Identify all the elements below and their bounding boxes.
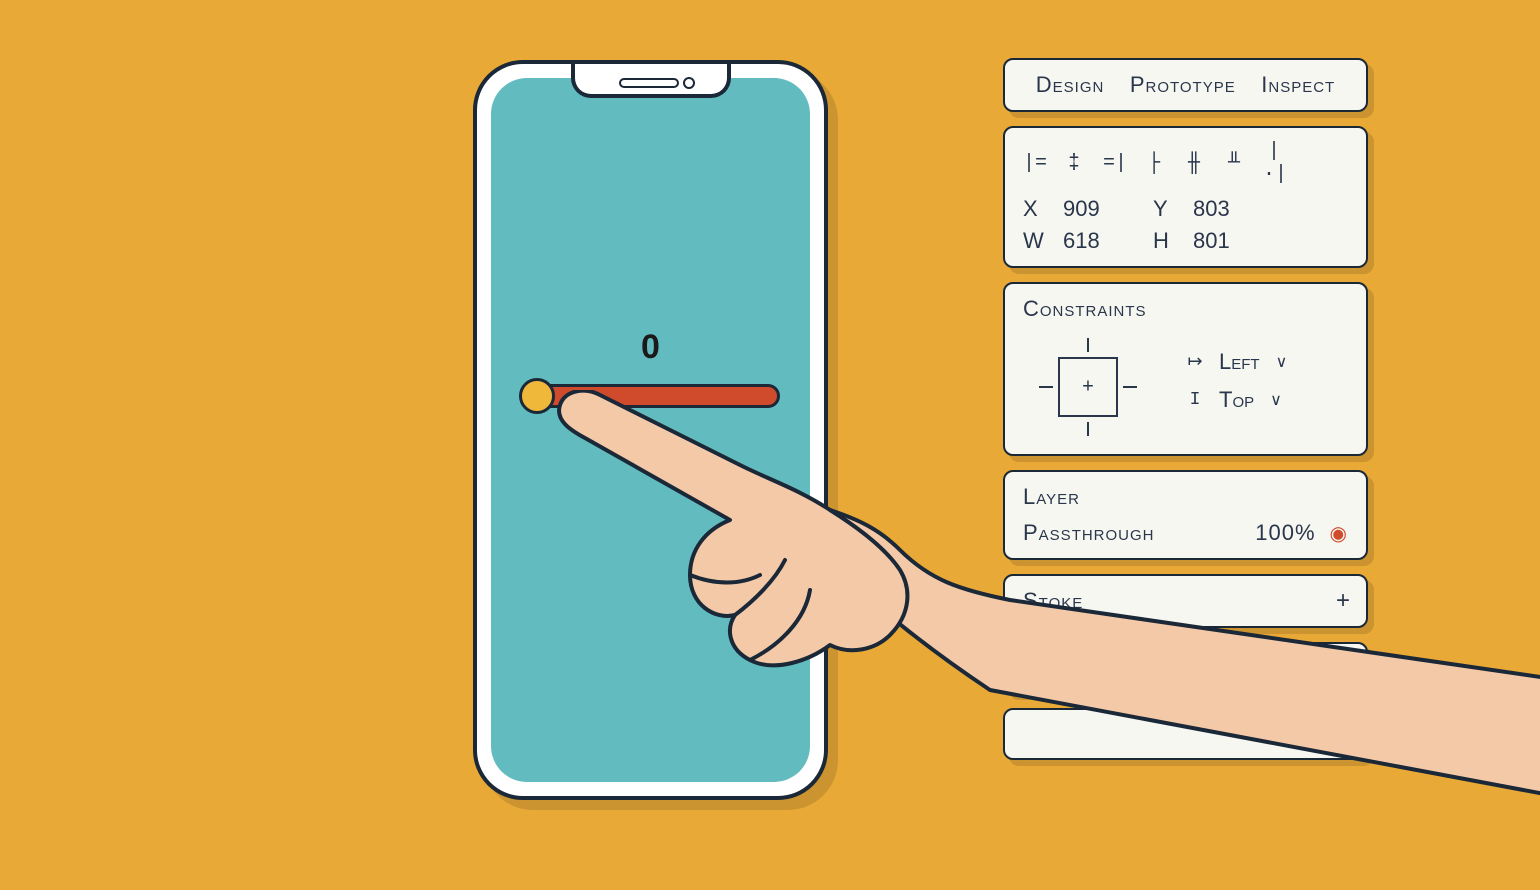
w-label: W: [1023, 228, 1063, 254]
panel-extra: +: [1003, 642, 1368, 694]
constraint-vert-icon: I: [1183, 390, 1207, 410]
tab-design[interactable]: Design: [1036, 72, 1105, 98]
h-label: H: [1153, 228, 1193, 254]
constraint-horiz-value: Left: [1219, 349, 1260, 375]
align-right-icon[interactable]: =|: [1103, 152, 1125, 175]
panel-bottom: [1003, 708, 1368, 760]
panel-transform: |= ‡ =| ├ ╫ ╨ |·| X 909 Y 803 W 618 H 80…: [1003, 126, 1368, 268]
x-label: X: [1023, 196, 1063, 222]
constraint-horiz-icon: ↦: [1183, 351, 1207, 373]
align-center-h-icon[interactable]: ‡: [1063, 152, 1085, 175]
constraints-diagram[interactable]: +: [1043, 342, 1133, 432]
y-label: Y: [1153, 196, 1193, 222]
tab-inspect[interactable]: Inspect: [1261, 72, 1335, 98]
chevron-down-icon: ∨: [1276, 352, 1288, 372]
w-value[interactable]: 618: [1063, 228, 1153, 254]
align-top-icon[interactable]: ├: [1143, 152, 1165, 175]
panel-tabs: Design Prototype Inspect: [1003, 58, 1368, 112]
chevron-down-icon: ∨: [1270, 390, 1282, 410]
panel-constraints: Constraints + ↦ Left ∨ I Top ∨: [1003, 282, 1368, 456]
slider-value: 0: [491, 328, 810, 367]
align-bottom-icon[interactable]: ╨: [1223, 152, 1245, 175]
layer-title: Layer: [1023, 484, 1348, 510]
slider-track[interactable]: [531, 384, 780, 408]
constraints-title: Constraints: [1023, 296, 1348, 322]
h-value[interactable]: 801: [1193, 228, 1283, 254]
add-stroke-button[interactable]: +: [1336, 587, 1350, 615]
y-value[interactable]: 803: [1193, 196, 1283, 222]
distribute-icon[interactable]: |·|: [1263, 140, 1285, 186]
phone-frame: 0: [473, 60, 828, 800]
constraint-vert-value: Top: [1219, 387, 1254, 413]
phone-notch: [571, 64, 731, 98]
panel-stroke: Stoke +: [1003, 574, 1368, 628]
align-left-icon[interactable]: |=: [1023, 152, 1045, 175]
stroke-title: Stoke: [1023, 588, 1348, 614]
phone-screen: 0: [491, 78, 810, 782]
opacity-value[interactable]: 100%: [1255, 520, 1315, 546]
constraint-horizontal[interactable]: ↦ Left ∨: [1183, 349, 1287, 375]
slider-thumb[interactable]: [519, 378, 555, 414]
x-value[interactable]: 909: [1063, 196, 1153, 222]
blend-mode[interactable]: Passthrough: [1023, 520, 1155, 546]
constraint-vertical[interactable]: I Top ∨: [1183, 387, 1287, 413]
align-center-v-icon[interactable]: ╫: [1183, 152, 1205, 175]
tab-prototype[interactable]: Prototype: [1130, 72, 1236, 98]
add-section-button[interactable]: +: [1336, 654, 1350, 682]
panel-layer: Layer Passthrough 100% ◉: [1003, 470, 1368, 560]
eye-icon[interactable]: ◉: [1330, 521, 1348, 546]
